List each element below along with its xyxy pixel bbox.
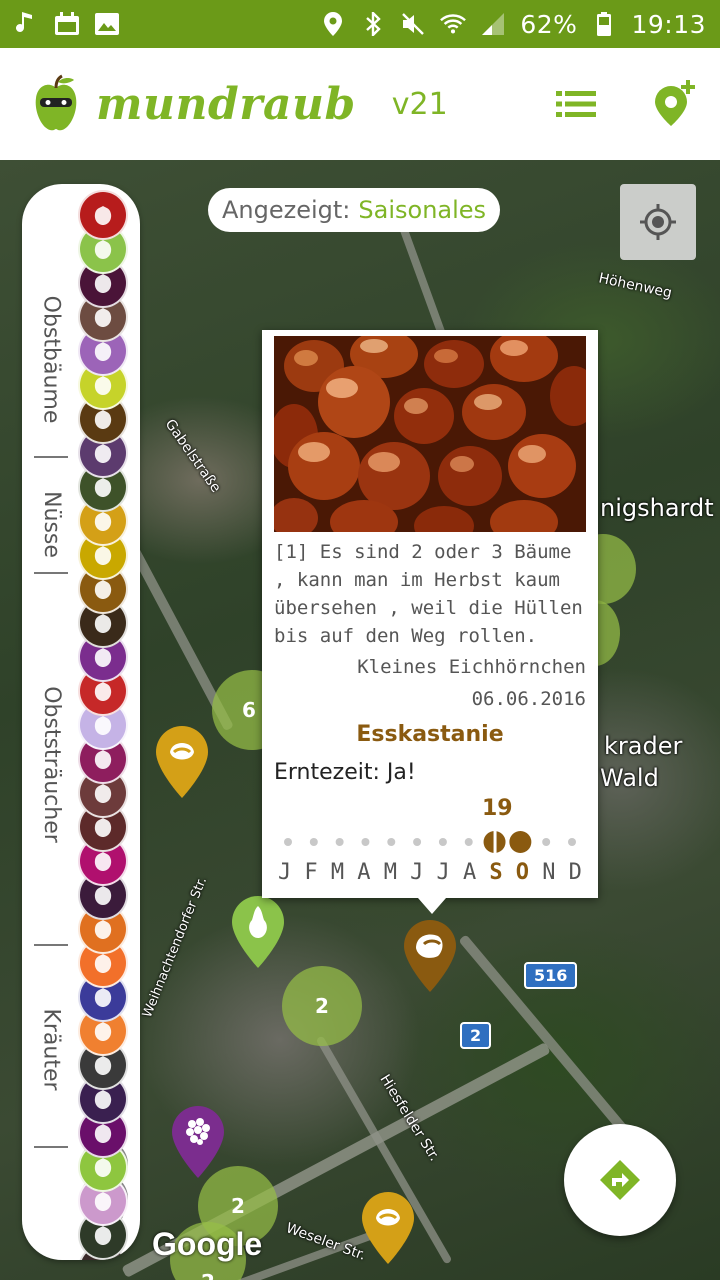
popup-date: 06.06.2016 <box>471 688 586 710</box>
category-icon-list <box>78 190 130 1260</box>
my-location-button[interactable] <box>620 184 696 260</box>
list-icon <box>556 91 596 117</box>
road-badge-516: 516 <box>524 962 578 989</box>
calendar-icon <box>54 11 80 37</box>
season-dot <box>438 838 447 846</box>
season-dot <box>335 838 344 846</box>
category-divider <box>34 456 68 458</box>
month-label: F <box>304 860 318 885</box>
month-label: A <box>462 860 477 885</box>
chestnut-photo <box>274 336 586 532</box>
month-label: M <box>383 860 397 885</box>
category-divider <box>34 572 68 574</box>
nut-pin-icon[interactable] <box>362 1192 414 1264</box>
street-label: Höhenweg <box>597 270 674 302</box>
season-dots <box>284 830 576 854</box>
month-label: J <box>436 860 450 885</box>
crosshair-icon <box>640 204 676 240</box>
season-today-marker <box>493 830 497 854</box>
season-dot <box>413 838 422 846</box>
month-label: S <box>489 860 503 885</box>
app-version: v21 <box>391 86 448 122</box>
month-label: O <box>515 860 530 885</box>
season-months: JFMAMJJASOND <box>278 860 582 885</box>
status-bar: 62% 19:13 <box>0 0 720 48</box>
category-label-obstbaeume[interactable]: Obstbäume <box>34 254 68 464</box>
month-label: J <box>278 860 292 885</box>
category-label-obststraeucher[interactable]: Obststräucher <box>34 584 68 944</box>
category-label-kraeuter[interactable]: Kräuter <box>34 954 68 1144</box>
popup-author: Kleines Eichhörnchen <box>357 656 586 678</box>
forest-label: krader <box>604 732 683 760</box>
season-dot <box>464 838 473 846</box>
season-dot <box>387 838 396 846</box>
add-location-icon <box>655 80 695 126</box>
month-label: N <box>542 860 556 885</box>
filter-label: Angezeigt: <box>222 196 351 224</box>
berry-pin-icon[interactable] <box>172 1106 224 1178</box>
apple-logo-icon <box>35 74 77 131</box>
wifi-icon <box>440 11 467 37</box>
district-label: nigshardt <box>600 494 714 522</box>
pear-pin-icon[interactable] <box>232 896 284 968</box>
category-sidebar: Obstbäume Nüsse Obststräucher Kräuter <box>22 184 140 1260</box>
season-dot <box>361 838 370 846</box>
filter-value: Saisonales <box>358 196 487 224</box>
chestnut-pin-icon[interactable] <box>404 920 456 992</box>
directions-icon <box>600 1160 640 1200</box>
list-button[interactable] <box>550 78 602 130</box>
season-dot <box>284 838 292 846</box>
category-divider <box>34 944 68 946</box>
music-note-icon <box>14 11 40 37</box>
info-popup[interactable]: [1] Es sind 2 oder 3 Bäume , kann man im… <box>262 330 598 914</box>
month-label: A <box>357 860 371 885</box>
popup-species[interactable]: Esskastanie <box>262 722 598 747</box>
bluetooth-icon <box>360 11 386 37</box>
nut-pin-icon[interactable] <box>156 726 208 798</box>
season-dot <box>568 838 576 846</box>
month-label: D <box>568 860 582 885</box>
season-dot <box>309 838 318 846</box>
category-icon[interactable] <box>78 190 128 240</box>
month-label: J <box>410 860 424 885</box>
season-dot <box>542 838 551 846</box>
category-label-nuesse[interactable]: Nüsse <box>34 474 68 574</box>
map-cluster[interactable]: 2 <box>282 966 362 1046</box>
forest-label: Wald <box>600 764 659 792</box>
location-icon <box>320 11 346 37</box>
image-icon <box>94 11 120 37</box>
signal-icon <box>480 11 506 37</box>
battery-percent: 62% <box>520 9 578 39</box>
clock-time: 19:13 <box>631 9 706 39</box>
category-divider <box>34 1146 68 1148</box>
month-label: M <box>330 860 345 885</box>
mute-icon <box>400 11 426 37</box>
popup-day-number: 19 <box>482 796 513 821</box>
popup-harvest: Erntezeit: Ja! <box>274 760 416 785</box>
add-location-button[interactable] <box>650 78 702 130</box>
popup-quote: [1] Es sind 2 oder 3 Bäume , kann man im… <box>274 541 583 647</box>
google-logo: Google <box>152 1226 263 1262</box>
filter-indicator[interactable]: Angezeigt: Saisonales <box>208 188 501 232</box>
battery-icon <box>591 11 617 37</box>
street-label: Gabelstraße <box>161 416 224 496</box>
app-bar: mundraub v21 <box>0 48 720 160</box>
road-badge-2: 2 <box>460 1022 492 1049</box>
street-label: Weihnachtendorfer Str. <box>139 875 211 1020</box>
app-brand-title: mundraub <box>96 78 356 130</box>
season-dot-active <box>509 831 532 853</box>
directions-button[interactable] <box>564 1124 676 1236</box>
